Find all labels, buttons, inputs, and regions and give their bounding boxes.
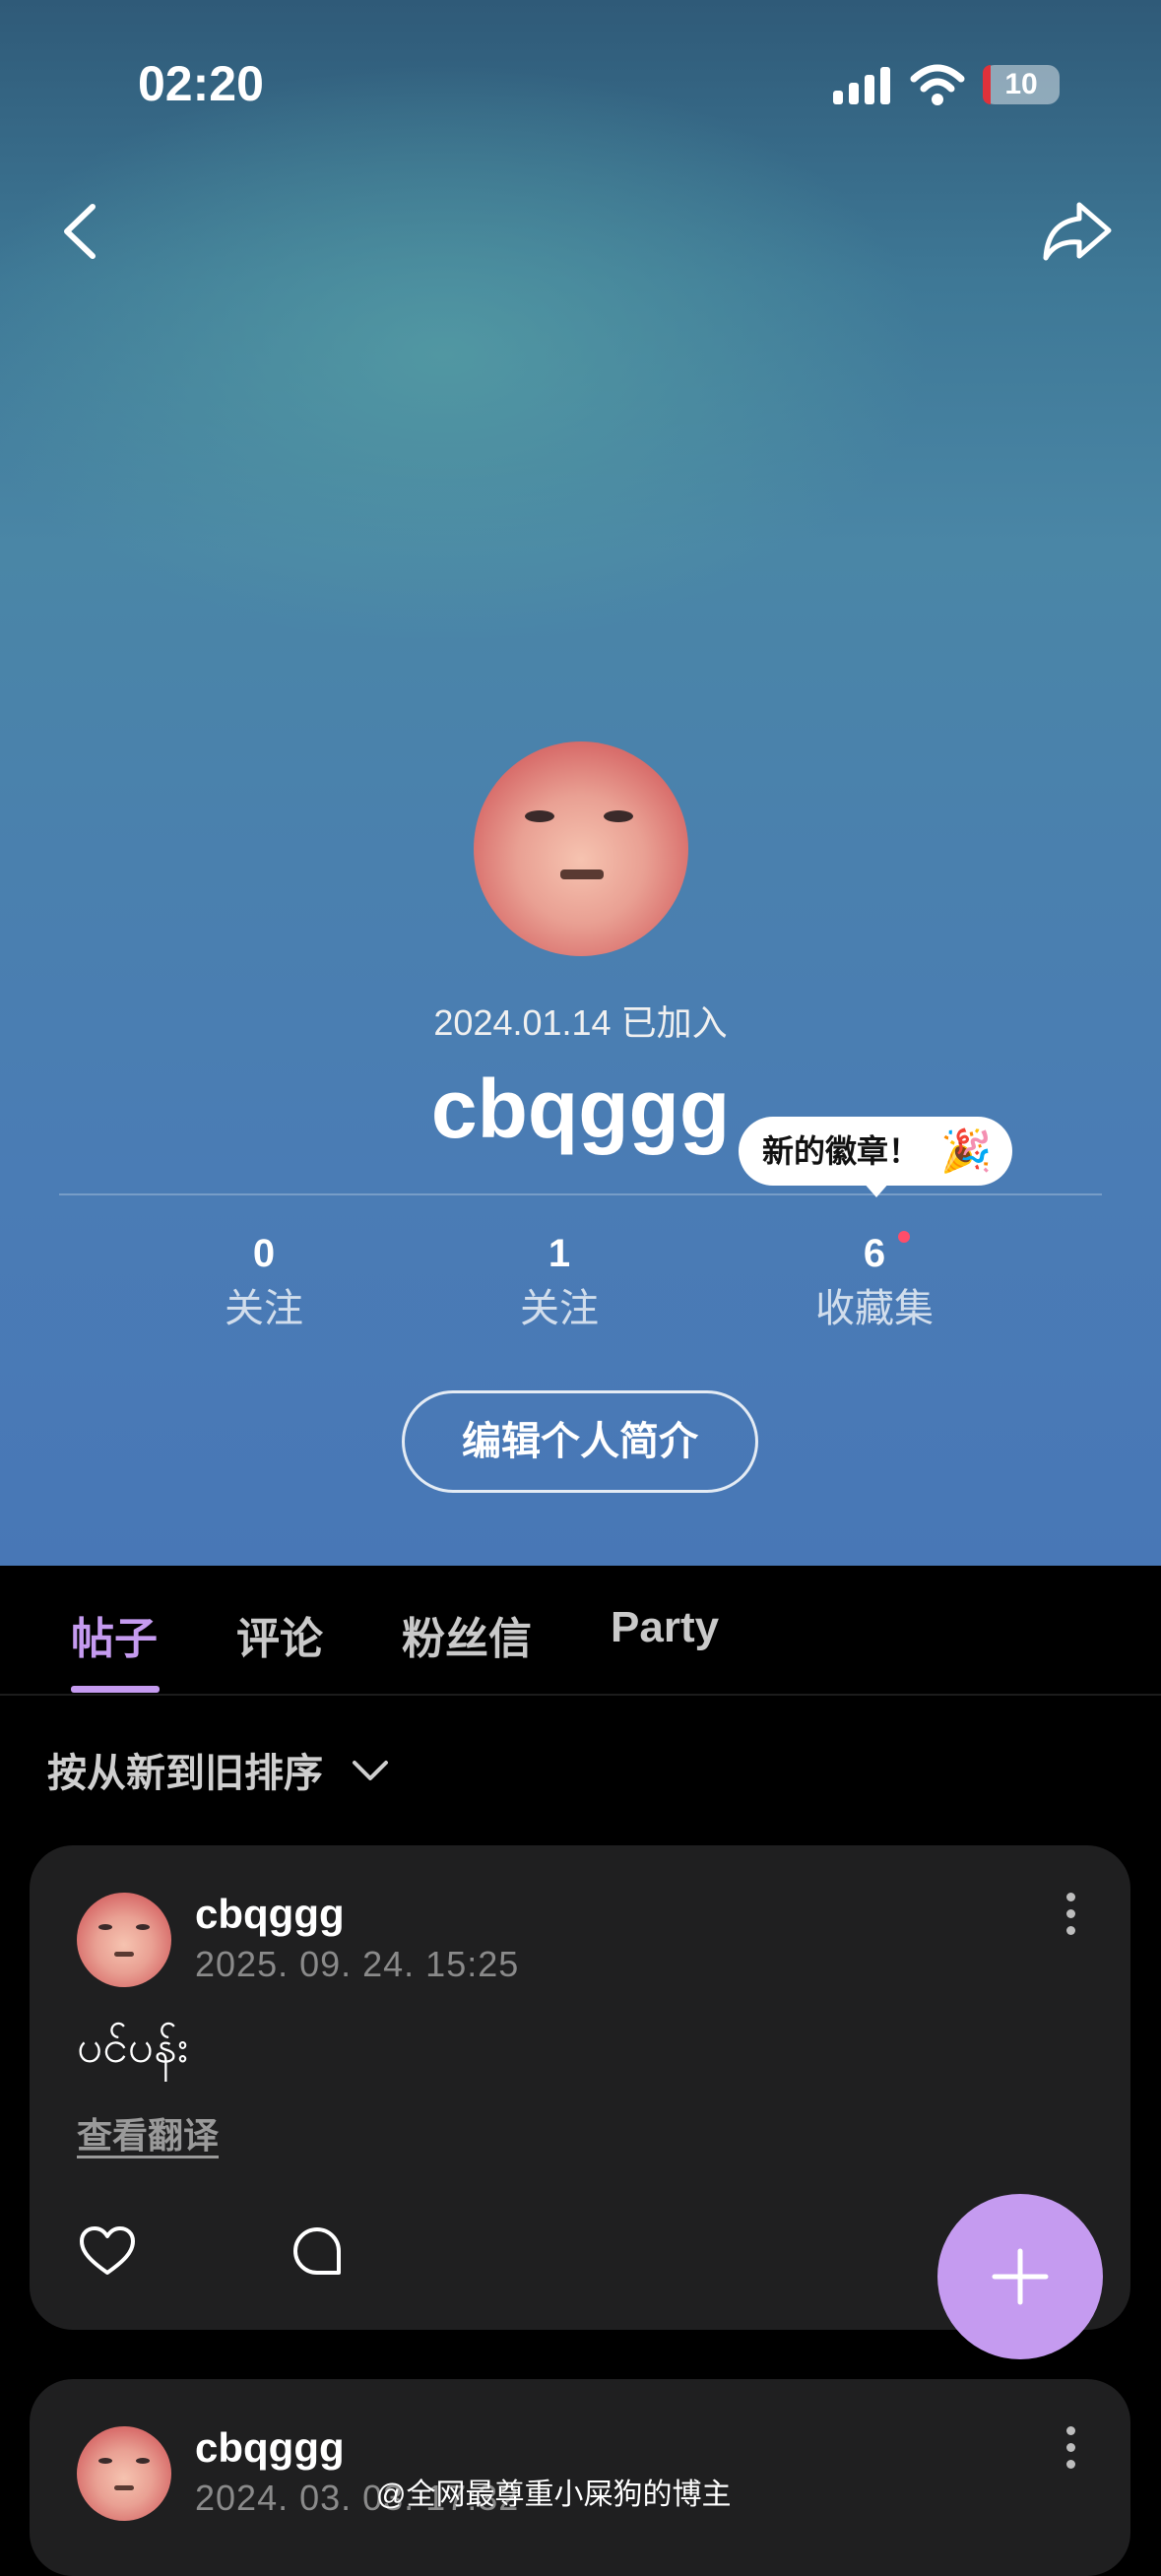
join-date: 2024.01.14 已加入 <box>433 1002 728 1043</box>
more-options-icon[interactable] <box>1064 2426 1077 2478</box>
post-date: 2025. 09. 24. 15:25 <box>195 1944 520 1984</box>
tab-fan-letters[interactable]: 粉丝信 <box>402 1603 532 1666</box>
stat-value: 1 <box>548 1232 571 1275</box>
wifi-icon <box>910 64 965 105</box>
status-time: 02:20 <box>138 56 264 111</box>
heart-icon[interactable] <box>79 2225 136 2277</box>
tab-comments[interactable]: 评论 <box>236 1603 323 1666</box>
battery-indicator: 10 <box>983 65 1060 104</box>
chevron-down-icon[interactable] <box>351 1757 390 1784</box>
comment-icon[interactable] <box>290 2223 345 2279</box>
more-options-icon[interactable] <box>1064 1893 1077 1944</box>
stat-followers[interactable]: 1 关注 <box>461 1231 658 1333</box>
tooltip-tail <box>863 1182 890 1197</box>
avatar[interactable] <box>474 741 688 956</box>
post-author[interactable]: cbqggg <box>195 2424 345 2472</box>
stat-label: 关注 <box>520 1287 599 1330</box>
party-popper-icon: 🎉 <box>940 1127 993 1174</box>
edit-profile-button[interactable]: 编辑个人简介 <box>402 1390 758 1493</box>
stat-value: 0 <box>252 1232 276 1275</box>
active-tab-indicator <box>71 1686 160 1693</box>
avatar[interactable] <box>77 2426 171 2521</box>
cellular-signal-icon <box>833 67 890 104</box>
battery-level: 10 <box>1004 68 1038 100</box>
stat-label: 收藏集 <box>815 1287 934 1330</box>
create-post-button[interactable] <box>937 2194 1103 2359</box>
divider <box>59 1193 1102 1195</box>
tab-bar: 帖子 评论 粉丝信 Party <box>0 1566 1161 1696</box>
chevron-left-icon[interactable] <box>53 197 112 266</box>
avatar[interactable] <box>77 1893 171 1987</box>
tab-party[interactable]: Party <box>611 1603 719 1652</box>
stat-value: 6 <box>863 1232 886 1275</box>
stat-collections[interactable]: 6 收藏集 <box>776 1231 973 1333</box>
tab-posts[interactable]: 帖子 <box>71 1603 158 1666</box>
share-arrow-icon[interactable] <box>1040 197 1115 266</box>
plus-icon <box>992 2248 1049 2305</box>
post-text: ပင်ပန်း <box>77 2021 189 2072</box>
sort-dropdown[interactable]: 按从新到旧排序 <box>47 1741 323 1798</box>
stat-label: 关注 <box>225 1287 303 1330</box>
translate-link[interactable]: 查看翻译 <box>77 2107 219 2158</box>
post-author[interactable]: cbqggg <box>195 1891 345 1938</box>
notification-dot <box>898 1231 910 1243</box>
new-badge-tooltip[interactable]: 新的徽章！ 🎉 <box>739 1117 1012 1186</box>
watermark: @全网最尊重小屎狗的博主 <box>376 2479 732 2511</box>
badge-tooltip-text: 新的徽章！ <box>762 1133 921 1169</box>
stat-following[interactable]: 0 关注 <box>165 1231 362 1333</box>
